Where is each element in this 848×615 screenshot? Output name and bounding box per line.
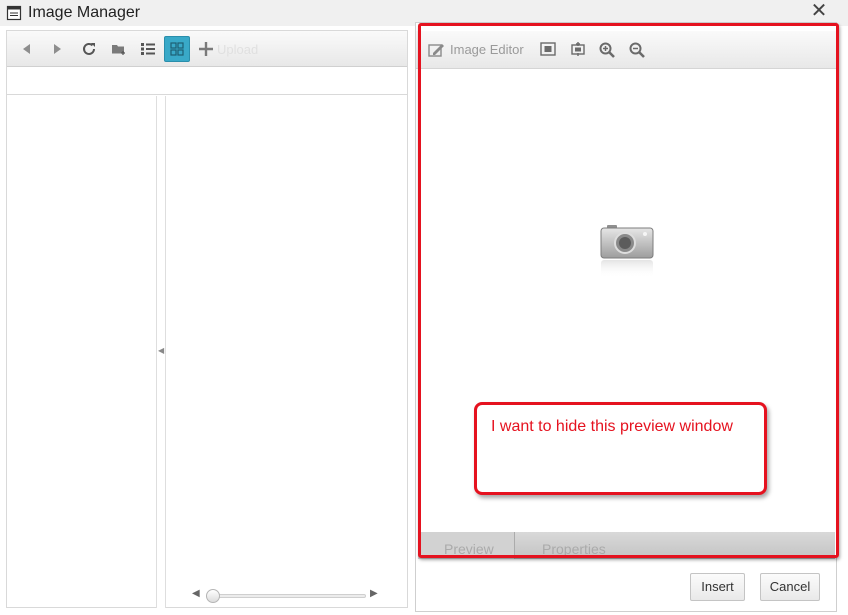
window-icon: [6, 5, 22, 21]
thumbnail-view-icon[interactable]: [170, 42, 184, 56]
upload-button[interactable]: [194, 38, 218, 60]
pane-splitter[interactable]: ◀: [156, 96, 166, 608]
refresh-icon[interactable]: [81, 41, 97, 57]
file-toolbar: Upload: [7, 31, 407, 67]
close-icon[interactable]: ✕: [811, 0, 828, 22]
new-folder-icon[interactable]: [111, 42, 127, 56]
slider-thumb[interactable]: [206, 589, 220, 603]
refresh-button[interactable]: [77, 38, 101, 60]
slider-track[interactable]: [206, 594, 366, 598]
list-view-icon[interactable]: [140, 42, 156, 56]
new-folder-button[interactable]: [107, 38, 131, 60]
list-view-button[interactable]: [136, 38, 160, 60]
add-icon[interactable]: [198, 41, 214, 57]
thumbnail-view-button[interactable]: [164, 36, 190, 62]
slider-decrease-icon[interactable]: ◀: [192, 588, 200, 599]
forward-icon[interactable]: [51, 43, 63, 55]
slider-increase-icon[interactable]: ▶: [370, 588, 378, 599]
file-browser-pane: Upload ◀ ◀ ▶: [6, 30, 408, 608]
cancel-button[interactable]: Cancel: [760, 573, 820, 601]
annotation-callout: I want to hide this preview window: [474, 402, 767, 495]
window-title: Image Manager: [28, 4, 141, 21]
insert-button[interactable]: Insert: [690, 573, 745, 601]
upload-label[interactable]: Upload: [217, 42, 258, 57]
close-button[interactable]: ✕: [808, 1, 830, 23]
annotation-text: I want to hide this preview window: [491, 418, 733, 435]
address-bar: [7, 68, 407, 95]
back-button[interactable]: [15, 38, 39, 60]
background-window-edge: [842, 196, 848, 212]
back-icon[interactable]: [21, 43, 33, 55]
collapse-arrow-icon[interactable]: ◀: [158, 346, 164, 355]
forward-button[interactable]: [45, 38, 69, 60]
thumbnail-size-slider[interactable]: ◀ ▶: [192, 588, 382, 604]
